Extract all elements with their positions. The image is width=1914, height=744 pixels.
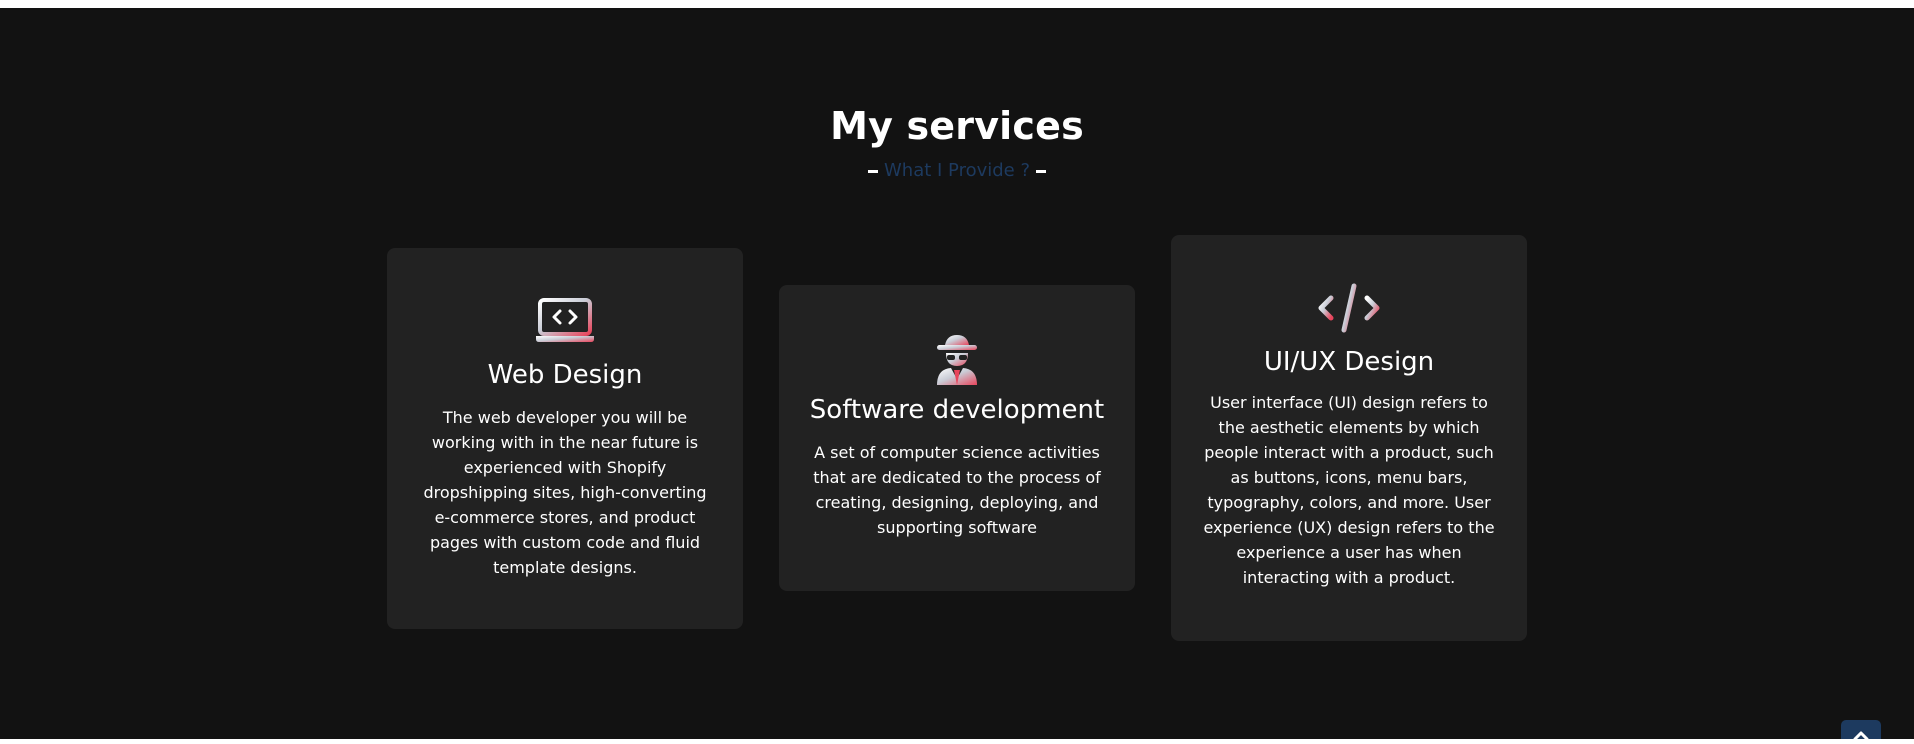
service-title: Software development [809,395,1105,425]
service-description: A set of computer science activities tha… [813,443,1101,537]
subtitle-text: What I Provide ? [883,160,1031,181]
service-description: User interface (UI) design refers to the… [1203,393,1495,587]
code-icon [1171,283,1527,333]
top-strip [0,0,1914,8]
service-title: UI/UX Design [1263,347,1435,377]
laptop-code-icon [387,298,743,344]
user-secret-icon [779,333,1135,385]
service-card-software-development: Software development A set of computer s… [779,285,1135,591]
service-title: Web Design [487,360,643,390]
service-card-ui-ux-design: UI/UX Design User interface (UI) design … [1171,235,1527,641]
service-card-web-design: Web Design The web developer you will be… [387,248,743,629]
subtitle-dash-left [867,169,878,173]
section-subtitle: What I Provide ? [0,160,1914,181]
section-title: My services [830,104,1084,148]
scroll-to-top-button[interactable] [1841,720,1881,741]
service-description: The web developer you will be working wi… [423,408,707,577]
chevron-up-icon [1853,725,1869,744]
subtitle-dash-right [1036,169,1047,173]
